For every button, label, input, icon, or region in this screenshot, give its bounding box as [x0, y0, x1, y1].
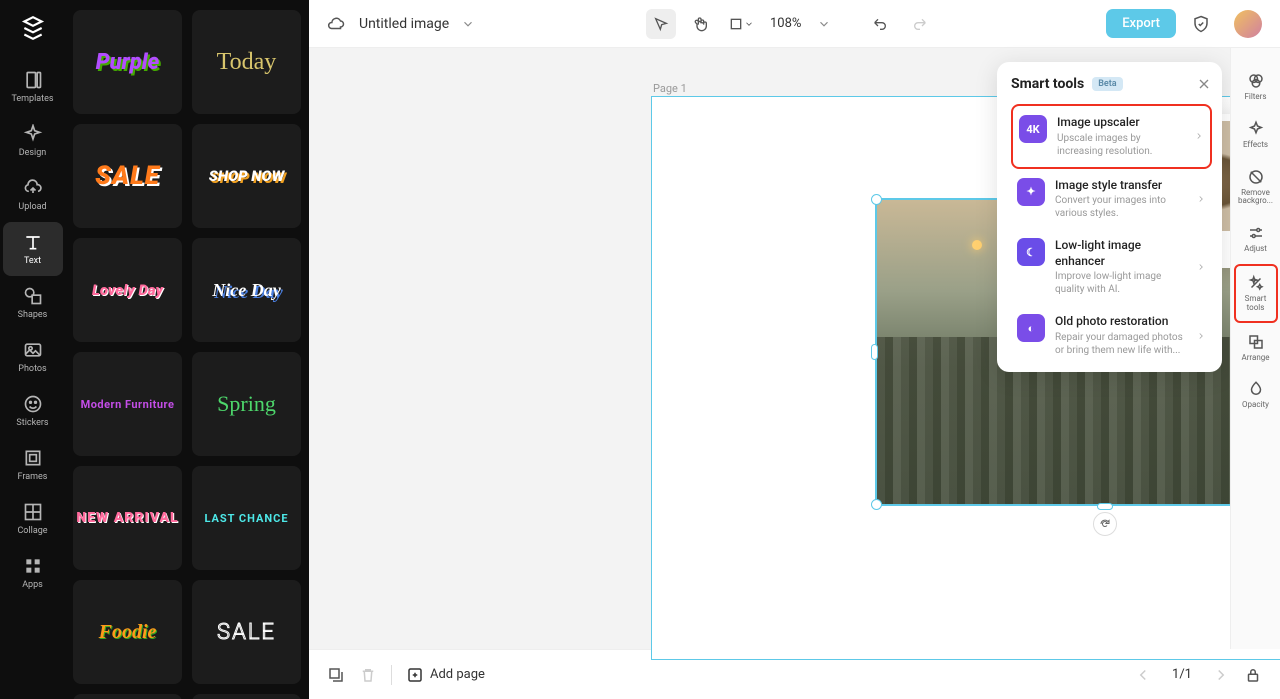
trash-icon[interactable]: [359, 666, 377, 684]
redo-button[interactable]: [905, 9, 935, 39]
nav-text[interactable]: Text: [3, 222, 63, 276]
style-transfer-icon: ✦: [1017, 178, 1045, 206]
right-rail: Filters Effects Remove backgro... Adjust…: [1230, 48, 1280, 649]
nav-templates[interactable]: Templates: [3, 60, 63, 114]
topbar: Untitled image 108% Export: [309, 0, 1280, 48]
text-style-lastchance[interactable]: LAST CHANCE: [192, 466, 301, 570]
pointer-tool[interactable]: [646, 9, 676, 39]
text-style-foodie[interactable]: Foodie: [73, 580, 182, 684]
beta-badge: Beta: [1092, 77, 1122, 91]
nav-collage[interactable]: Collage: [3, 492, 63, 546]
app-logo[interactable]: [15, 10, 51, 46]
layers-icon[interactable]: [327, 666, 345, 684]
cloud-icon[interactable]: [327, 15, 345, 33]
add-page-button[interactable]: Add page: [406, 666, 485, 684]
user-avatar[interactable]: [1234, 10, 1262, 38]
rotate-handle[interactable]: [1093, 512, 1117, 536]
chevron-right-icon: [1196, 331, 1206, 341]
smart-item-lowlight[interactable]: ☾ Low-light image enhancerImprove low-li…: [1011, 229, 1212, 305]
text-style-newarrival[interactable]: NEW ARRIVAL: [73, 466, 182, 570]
text-style-today[interactable]: Today: [192, 10, 301, 114]
title-chevron-icon[interactable]: [461, 17, 475, 31]
document-title[interactable]: Untitled image: [359, 16, 449, 32]
nav-stickers[interactable]: Stickers: [3, 384, 63, 438]
page-indicator: 1/1: [1172, 667, 1192, 682]
chevron-right-icon: [1194, 131, 1204, 141]
rail-adjust[interactable]: Adjust: [1234, 216, 1278, 262]
text-style-extra1[interactable]: [73, 694, 182, 699]
next-page-icon[interactable]: [1212, 666, 1230, 684]
close-icon[interactable]: [1196, 76, 1212, 92]
lowlight-icon: ☾: [1017, 238, 1045, 266]
zoom-chevron-icon[interactable]: [817, 17, 831, 31]
text-style-shopnow[interactable]: SHOP NOW: [192, 124, 301, 228]
resize-handle-tl[interactable]: [871, 194, 882, 205]
resize-handle-ml[interactable]: [871, 344, 878, 360]
page-label: Page 1: [653, 82, 687, 95]
text-style-sale[interactable]: SALE: [73, 124, 182, 228]
artboard-tool[interactable]: [726, 9, 756, 39]
nav-upload[interactable]: Upload: [3, 168, 63, 222]
nav-shapes[interactable]: Shapes: [3, 276, 63, 330]
rail-opacity[interactable]: Opacity: [1234, 372, 1278, 418]
text-style-lovely[interactable]: Lovely Day: [73, 238, 182, 342]
text-style-sale2[interactable]: SALE: [192, 580, 301, 684]
restoration-icon: ◐: [1017, 314, 1045, 342]
nav-photos[interactable]: Photos: [3, 330, 63, 384]
hand-tool[interactable]: [686, 9, 716, 39]
rail-smart-tools[interactable]: Smart tools: [1234, 264, 1278, 323]
resize-handle-bm[interactable]: [1097, 503, 1113, 510]
chevron-right-icon: [1196, 194, 1206, 204]
rail-filters[interactable]: Filters: [1234, 64, 1278, 110]
text-style-extra2[interactable]: [192, 694, 301, 699]
panel-title: Smart tools: [1011, 76, 1084, 92]
smart-tools-panel: Smart tools Beta 4K Image upscalerUpscal…: [997, 62, 1222, 372]
smart-item-style-transfer[interactable]: ✦ Image style transferConvert your image…: [1011, 169, 1212, 230]
undo-button[interactable]: [865, 9, 895, 39]
canvas-area[interactable]: Page 1 Lovel Image upscaler: [309, 48, 1280, 649]
nav-frames[interactable]: Frames: [3, 438, 63, 492]
nav-design[interactable]: Design: [3, 114, 63, 168]
smart-item-upscaler[interactable]: 4K Image upscalerUpscale images by incre…: [1011, 104, 1212, 169]
main-area: Untitled image 108% Export Page 1 Lovel: [309, 0, 1280, 699]
text-style-spring[interactable]: Spring: [192, 352, 301, 456]
resize-handle-bl[interactable]: [871, 499, 882, 510]
export-button[interactable]: Export: [1106, 9, 1176, 38]
nav-apps[interactable]: Apps: [3, 546, 63, 600]
smart-item-restoration[interactable]: ◐ Old photo restorationRepair your damag…: [1011, 305, 1212, 366]
chevron-right-icon: [1196, 262, 1206, 272]
text-style-modern[interactable]: Modern Furniture: [73, 352, 182, 456]
lock-icon[interactable]: [1244, 666, 1262, 684]
text-style-niceday[interactable]: Nice Day: [192, 238, 301, 342]
shield-icon[interactable]: [1186, 9, 1216, 39]
left-nav: Templates Design Upload Text Shapes Phot…: [0, 0, 65, 699]
text-styles-panel: Purple Today SALE SHOP NOW Lovely Day Ni…: [65, 0, 309, 699]
upscaler-icon: 4K: [1019, 115, 1047, 143]
zoom-level[interactable]: 108%: [770, 16, 801, 31]
prev-page-icon[interactable]: [1134, 666, 1152, 684]
rail-remove-bg[interactable]: Remove backgro...: [1234, 160, 1278, 215]
rail-arrange[interactable]: Arrange: [1234, 325, 1278, 371]
text-style-purple[interactable]: Purple: [73, 10, 182, 114]
rail-effects[interactable]: Effects: [1234, 112, 1278, 158]
